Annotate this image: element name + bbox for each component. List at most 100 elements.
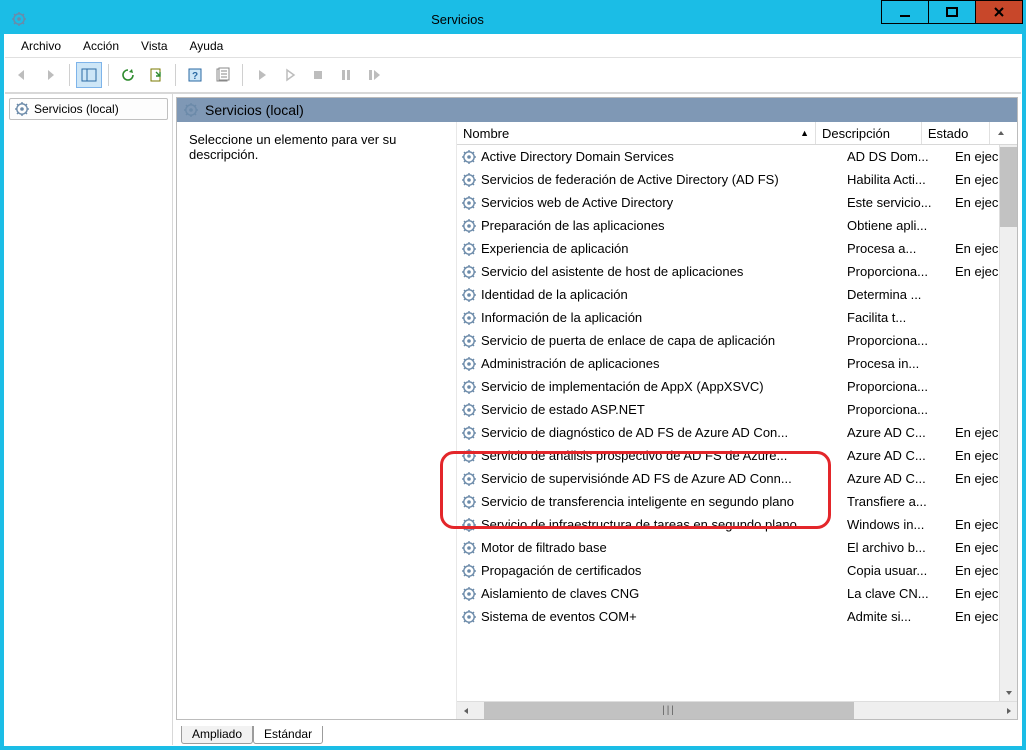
help-button[interactable]: ? bbox=[182, 62, 208, 88]
service-row[interactable]: Propagación de certificadosCopia usuar..… bbox=[457, 559, 1017, 582]
service-row[interactable]: Servicios web de Active DirectoryEste se… bbox=[457, 191, 1017, 214]
service-row[interactable]: Motor de filtrado baseEl archivo b...En … bbox=[457, 536, 1017, 559]
service-row[interactable]: Administración de aplicacionesProcesa in… bbox=[457, 352, 1017, 375]
service-rows: Active Directory Domain ServicesAD DS Do… bbox=[457, 145, 1017, 701]
service-row[interactable]: Preparación de las aplicacionesObtiene a… bbox=[457, 214, 1017, 237]
service-description: Transfiere a... bbox=[841, 494, 949, 509]
service-row[interactable]: Identidad de la aplicaciónDetermina ... bbox=[457, 283, 1017, 306]
gear-icon bbox=[461, 149, 477, 165]
gear-icon bbox=[461, 172, 477, 188]
forward-button[interactable] bbox=[37, 62, 63, 88]
scroll-thumb[interactable]: ||| bbox=[484, 702, 854, 719]
scroll-left-button[interactable] bbox=[457, 702, 474, 719]
menubar: Archivo Acción Vista Ayuda bbox=[5, 35, 1021, 58]
scroll-thumb[interactable] bbox=[1000, 147, 1017, 227]
service-name: Servicio de estado ASP.NET bbox=[481, 402, 645, 417]
menu-view[interactable]: Vista bbox=[131, 37, 177, 55]
start-service-alt-button[interactable] bbox=[277, 62, 303, 88]
service-row[interactable]: Servicio de estado ASP.NET Proporciona... bbox=[457, 398, 1017, 421]
scroll-down-button[interactable] bbox=[1000, 684, 1017, 701]
separator bbox=[242, 64, 243, 86]
restart-service-button[interactable] bbox=[361, 62, 387, 88]
service-row[interactable]: Experiencia de aplicaciónProcesa a...En … bbox=[457, 237, 1017, 260]
column-headers: Nombre ▲ Descripción Estado bbox=[457, 122, 1017, 145]
service-row[interactable]: Sistema de eventos COM+Admite si...En ej… bbox=[457, 605, 1017, 628]
tab-standard[interactable]: Estándar bbox=[253, 726, 323, 744]
service-description: Procesa in... bbox=[841, 356, 949, 371]
pane-title: Servicios (local) bbox=[205, 102, 304, 118]
service-description: La clave CN... bbox=[841, 586, 949, 601]
scroll-up-button[interactable] bbox=[990, 122, 1017, 144]
show-hide-console-tree-button[interactable] bbox=[76, 62, 102, 88]
gear-icon bbox=[461, 517, 477, 533]
maximize-button[interactable] bbox=[928, 0, 976, 24]
tree-node-services-local[interactable]: Servicios (local) bbox=[9, 98, 168, 120]
view-tabs: Ampliado Estándar bbox=[173, 723, 1021, 745]
properties-button[interactable] bbox=[210, 62, 236, 88]
service-name: Servicio de diagnóstico de AD FS de Azur… bbox=[481, 425, 788, 440]
service-row[interactable]: Servicio de análisis prospectivo de AD F… bbox=[457, 444, 1017, 467]
services-list: Nombre ▲ Descripción Estado Active Direc… bbox=[456, 122, 1017, 719]
service-name: Servicio de implementación de AppX (AppX… bbox=[481, 379, 764, 394]
separator bbox=[175, 64, 176, 86]
service-description: AD DS Dom... bbox=[841, 149, 949, 164]
service-description: Proporciona... bbox=[841, 379, 949, 394]
service-description: Azure AD C... bbox=[841, 448, 949, 463]
service-row[interactable]: Servicio de infraestructura de tareas en… bbox=[457, 513, 1017, 536]
refresh-button[interactable] bbox=[115, 62, 141, 88]
description-prompt: Seleccione un elemento para ver su descr… bbox=[189, 132, 396, 162]
service-description: Windows in... bbox=[841, 517, 949, 532]
service-description: Proporciona... bbox=[841, 333, 949, 348]
pause-service-button[interactable] bbox=[333, 62, 359, 88]
stop-service-button[interactable] bbox=[305, 62, 331, 88]
gear-icon bbox=[183, 102, 199, 118]
menu-help[interactable]: Ayuda bbox=[180, 37, 234, 55]
column-name[interactable]: Nombre ▲ bbox=[457, 122, 816, 144]
menu-action[interactable]: Acción bbox=[73, 37, 129, 55]
service-description: Facilita t... bbox=[841, 310, 949, 325]
service-row[interactable]: Servicio de puerta de enlace de capa de … bbox=[457, 329, 1017, 352]
gear-icon bbox=[14, 101, 30, 117]
service-row[interactable]: Servicio de supervisiónde AD FS de Azure… bbox=[457, 467, 1017, 490]
menu-file[interactable]: Archivo bbox=[11, 37, 71, 55]
console-tree[interactable]: Servicios (local) bbox=[5, 94, 173, 745]
service-description: Habilita Acti... bbox=[841, 172, 949, 187]
service-row[interactable]: Servicio de transferencia inteligente en… bbox=[457, 490, 1017, 513]
service-description: Procesa a... bbox=[841, 241, 949, 256]
service-name: Sistema de eventos COM+ bbox=[481, 609, 637, 624]
titlebar[interactable]: Servicios bbox=[4, 4, 1022, 34]
toolbar: ? bbox=[5, 58, 1021, 93]
service-description: Copia usuar... bbox=[841, 563, 949, 578]
column-state[interactable]: Estado bbox=[922, 122, 990, 144]
export-list-button[interactable] bbox=[143, 62, 169, 88]
scroll-right-button[interactable] bbox=[1000, 702, 1017, 719]
service-row[interactable]: Servicios de federación de Active Direct… bbox=[457, 168, 1017, 191]
service-row[interactable]: Servicio del asistente de host de aplica… bbox=[457, 260, 1017, 283]
close-button[interactable] bbox=[975, 0, 1023, 24]
service-row[interactable]: Servicio de implementación de AppX (AppX… bbox=[457, 375, 1017, 398]
service-name: Servicio de análisis prospectivo de AD F… bbox=[481, 448, 787, 463]
start-service-button[interactable] bbox=[249, 62, 275, 88]
column-description[interactable]: Descripción bbox=[816, 122, 922, 144]
gear-icon bbox=[461, 218, 477, 234]
service-row[interactable]: Active Directory Domain ServicesAD DS Do… bbox=[457, 145, 1017, 168]
service-name: Servicio de infraestructura de tareas en… bbox=[481, 517, 797, 532]
tab-extended[interactable]: Ampliado bbox=[181, 726, 253, 744]
horizontal-scrollbar[interactable]: ||| bbox=[457, 701, 1017, 719]
service-row[interactable]: Aislamiento de claves CNGLa clave CN...E… bbox=[457, 582, 1017, 605]
service-description: Azure AD C... bbox=[841, 425, 949, 440]
gear-icon bbox=[461, 471, 477, 487]
gear-icon bbox=[461, 494, 477, 510]
minimize-button[interactable] bbox=[881, 0, 929, 24]
service-name: Servicios de federación de Active Direct… bbox=[481, 172, 779, 187]
gear-icon bbox=[461, 310, 477, 326]
service-row[interactable]: Servicio de diagnóstico de AD FS de Azur… bbox=[457, 421, 1017, 444]
separator bbox=[69, 64, 70, 86]
vertical-scrollbar[interactable] bbox=[999, 145, 1017, 701]
gear-icon bbox=[461, 356, 477, 372]
service-row[interactable]: Información de la aplicaciónFacilita t..… bbox=[457, 306, 1017, 329]
service-name: Servicios web de Active Directory bbox=[481, 195, 673, 210]
window-title: Servicios bbox=[34, 12, 881, 27]
back-button[interactable] bbox=[9, 62, 35, 88]
service-description: Proporciona... bbox=[841, 402, 949, 417]
